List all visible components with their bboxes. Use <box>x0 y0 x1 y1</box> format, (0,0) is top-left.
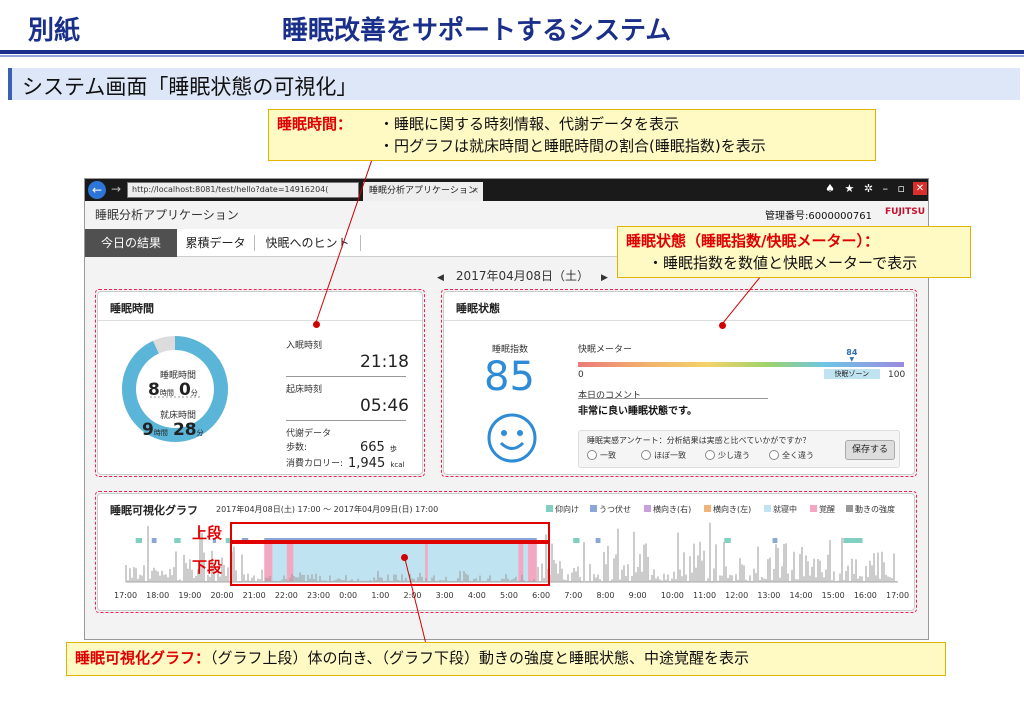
sleep-time-callout-line2: ・円グラフは就床時間と睡眠時間の割合(睡眠指数)を表示 <box>379 137 766 155</box>
sleep-state-callout-line1: ・睡眠指数を数値と快眠メーターで表示 <box>648 254 918 272</box>
date-navigator: ◀ 2017年04月08日（土） ▶ <box>425 267 620 284</box>
tab-cumulative-data[interactable]: 累積データ <box>177 235 255 251</box>
sleep-time-callout: 睡眠時間： ・睡眠に関する時刻情報、代謝データを表示 ・円グラフは就床時間と睡眠… <box>268 109 876 161</box>
address-bar[interactable]: http://localhost:8081/test/hello?date=14… <box>127 182 359 198</box>
browser-tab-title: 睡眠分析アプリケーション <box>369 186 477 196</box>
management-number: 管理番号:6000000761 <box>765 211 872 222</box>
connector-dot <box>719 322 726 329</box>
slide-header: 別紙 睡眠改善をサポートするシステム <box>0 0 1024 57</box>
connector-dot <box>401 554 408 561</box>
connector-dot <box>313 321 320 328</box>
forward-arrow-icon[interactable]: → <box>111 182 121 196</box>
slide-title: 睡眠改善をサポートするシステム <box>282 16 672 46</box>
browser-toolbar: ← → http://localhost:8081/test/hello?dat… <box>85 179 928 201</box>
header-rule <box>0 50 1024 54</box>
tab-close-icon[interactable]: × <box>471 182 479 200</box>
lower-segment-label: 下段 <box>192 558 223 576</box>
upper-segment-label: 上段 <box>192 524 223 542</box>
next-date-icon[interactable]: ▶ <box>601 273 608 283</box>
sleep-time-callout-line1: ・睡眠に関する時刻情報、代謝データを表示 <box>379 115 680 133</box>
lower-segment-box <box>230 542 550 586</box>
tab-today-result[interactable]: 今日の結果 <box>85 229 177 257</box>
window-close-icon[interactable]: ✕ <box>913 182 927 195</box>
app-title: 睡眠分析アプリケーション <box>95 208 239 222</box>
sleep-time-callout-head: 睡眠時間： <box>277 115 353 133</box>
slide: 別紙 睡眠改善をサポートするシステム システム画面「睡眠状態の可視化」 ← → … <box>0 0 1024 709</box>
sleep-state-callout-head: 睡眠状態（睡眠指数/快眠メーター）： <box>626 232 879 250</box>
brand-logo: FUJITSU <box>885 207 926 217</box>
browser-icons[interactable]: ♠ ★ ✲ – ▫ <box>825 182 908 195</box>
section-title: システム画面「睡眠状態の可視化」 <box>22 75 358 99</box>
back-arrow-icon[interactable]: ← <box>88 181 106 199</box>
graph-callout-text: （グラフ上段）体の向き、（グラフ下段）動きの強度と睡眠状態、中途覚醒を表示 <box>210 649 749 667</box>
prev-date-icon[interactable]: ◀ <box>437 273 444 283</box>
header-rule-thin <box>0 55 1024 57</box>
section-heading: システム画面「睡眠状態の可視化」 <box>8 68 1020 100</box>
current-date: 2017年04月08日（土） <box>455 269 590 283</box>
graph-callout: 睡眠可視化グラフ：（グラフ上段）体の向き、（グラフ下段）動きの強度と睡眠状態、中… <box>66 642 946 676</box>
browser-tab[interactable]: 睡眠分析アプリケーション × <box>363 182 483 201</box>
sleep-state-callout: 睡眠状態（睡眠指数/快眠メーター）： ・睡眠指数を数値と快眠メーターで表示 <box>617 226 971 278</box>
slide-left-label: 別紙 <box>28 16 81 46</box>
upper-segment-box <box>230 522 550 542</box>
graph-callout-head: 睡眠可視化グラフ： <box>75 649 211 667</box>
